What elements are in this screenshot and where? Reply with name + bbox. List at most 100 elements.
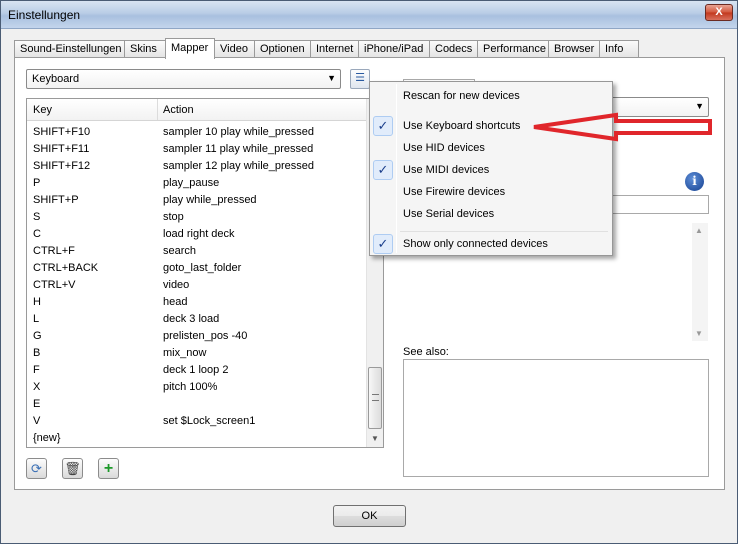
- row-action: play while_pressed: [163, 194, 257, 206]
- row-key: P: [33, 177, 41, 189]
- column-header-key[interactable]: Key: [33, 104, 52, 116]
- row-key: {new}: [33, 432, 61, 444]
- scroll-up-icon[interactable]: ▲: [695, 226, 703, 235]
- row-key: CTRL+F: [33, 245, 75, 257]
- table-row[interactable]: Vset $Lock_screen1: [27, 413, 367, 430]
- tab-browser[interactable]: Browser: [548, 40, 600, 58]
- menu-item-label: Use MIDI devices: [403, 164, 490, 176]
- refresh-button[interactable]: ⟳: [26, 458, 47, 479]
- row-action: set $Lock_screen1: [163, 415, 256, 427]
- row-key: H: [33, 296, 41, 308]
- menu-item-label: Use Firewire devices: [403, 186, 506, 198]
- tab-skins[interactable]: Skins: [124, 40, 169, 58]
- table-row[interactable]: Hhead: [27, 294, 367, 311]
- row-key: B: [33, 347, 41, 359]
- options-menu-button[interactable]: ☰: [350, 69, 370, 89]
- table-row[interactable]: SHIFT+F12 sampler 12 play while_pressed: [27, 158, 367, 175]
- table-row[interactable]: CTRL+V video: [27, 277, 367, 294]
- row-action: pitch 100%: [163, 381, 218, 393]
- tab-iphone-ipad[interactable]: iPhone/iPad: [358, 40, 430, 58]
- row-action: head: [163, 296, 188, 308]
- table-row[interactable]: Pplay_pause: [27, 175, 367, 192]
- row-key: CTRL+V: [33, 279, 76, 291]
- add-icon: +: [103, 460, 114, 477]
- row-action: stop: [163, 211, 184, 223]
- help-scrollbar[interactable]: ▲ ▼: [692, 223, 708, 341]
- delete-button[interactable]: 🗑: [62, 458, 83, 479]
- row-key: L: [33, 313, 40, 325]
- table-row[interactable]: Xpitch 100%: [27, 379, 367, 396]
- table-row[interactable]: CTRL+BACK goto_last_folder: [27, 260, 367, 277]
- scroll-thumb[interactable]: [368, 367, 382, 429]
- tab-codecs[interactable]: Codecs: [429, 40, 478, 58]
- list-header: Key Action: [27, 99, 367, 121]
- menu-item-show-connected[interactable]: ✓ Show only connected devices: [370, 233, 612, 255]
- row-action: video: [163, 279, 190, 291]
- see-also-box[interactable]: [403, 359, 709, 477]
- row-action: sampler 10 play while_pressed: [163, 126, 315, 138]
- column-header-action[interactable]: Action: [163, 104, 194, 116]
- device-select[interactable]: Keyboard ▼: [26, 69, 341, 89]
- table-row[interactable]: SHIFT+F11 sampler 11 play while_pressed: [27, 141, 367, 158]
- info-icon[interactable]: i: [685, 172, 704, 191]
- row-key: CTRL+BACK: [33, 262, 99, 274]
- table-row[interactable]: CTRL+F search: [27, 243, 367, 260]
- row-action: goto_last_folder: [163, 262, 242, 274]
- table-row[interactable]: Gprelisten_pos -40: [27, 328, 367, 345]
- row-action: deck 1 loop 2: [163, 364, 229, 376]
- column-divider[interactable]: [157, 99, 158, 120]
- table-row[interactable]: Sstop: [27, 209, 367, 226]
- table-row[interactable]: SHIFT+P play while_pressed: [27, 192, 367, 209]
- row-key: F: [33, 364, 40, 376]
- menu-item-label: Use HID devices: [403, 142, 485, 154]
- row-key: SHIFT+F12: [33, 160, 91, 172]
- table-row[interactable]: Cload right deck: [27, 226, 367, 243]
- table-row[interactable]: {new}: [27, 430, 367, 447]
- tab-internet[interactable]: Internet: [310, 40, 359, 58]
- close-button[interactable]: X: [705, 4, 733, 21]
- menu-item-label: Rescan for new devices: [403, 90, 520, 102]
- list-icon: ☰: [355, 72, 365, 84]
- tab-optionen[interactable]: Optionen: [254, 40, 311, 58]
- row-action: prelisten_pos -40: [163, 330, 248, 342]
- table-row[interactable]: SHIFT+F10 sampler 10 play while_pressed: [27, 124, 367, 141]
- menu-item-serial-devices[interactable]: Use Serial devices: [370, 203, 612, 225]
- grip-icon: [372, 394, 379, 401]
- menu-item-label: Use Keyboard shortcuts: [403, 120, 521, 132]
- table-row[interactable]: E: [27, 396, 367, 413]
- menu-item-midi-devices[interactable]: ✓ Use MIDI devices: [370, 159, 612, 181]
- menu-item-firewire-devices[interactable]: Use Firewire devices: [370, 181, 612, 203]
- table-row[interactable]: Bmix_now: [27, 345, 367, 362]
- row-action: load right deck: [163, 228, 235, 240]
- ok-button[interactable]: OK: [333, 505, 406, 527]
- row-key: SHIFT+F10: [33, 126, 91, 138]
- menu-item-rescan[interactable]: Rescan for new devices: [370, 85, 612, 107]
- checkmark-icon: ✓: [373, 160, 393, 180]
- device-select-value: Keyboard: [32, 73, 80, 85]
- settings-window: Einstellungen X Sound-Einstellungen Skin…: [0, 0, 738, 544]
- row-action: search: [163, 245, 197, 257]
- tab-performance[interactable]: Performance: [477, 40, 549, 58]
- row-key: X: [33, 381, 41, 393]
- annotation-arrow-icon: [533, 112, 712, 142]
- tab-mapper[interactable]: Mapper: [165, 38, 215, 59]
- row-key: SHIFT+F11: [33, 143, 90, 155]
- scroll-down-icon[interactable]: ▼: [695, 329, 703, 338]
- scroll-down-icon[interactable]: ▼: [367, 431, 383, 447]
- mapping-list[interactable]: Key Action SHIFT+F10 sampler 10 play whil…: [26, 98, 384, 448]
- checkmark-icon: ✓: [373, 234, 393, 254]
- trash-icon: 🗑: [64, 461, 81, 476]
- title-bar[interactable]: Einstellungen X: [1, 1, 737, 29]
- tab-info[interactable]: Info: [599, 40, 639, 58]
- add-button[interactable]: +: [98, 458, 119, 479]
- menu-separator: [400, 231, 608, 232]
- tab-video[interactable]: Video: [214, 40, 255, 58]
- table-row[interactable]: Fdeck 1 loop 2: [27, 362, 367, 379]
- row-action: sampler 11 play while_pressed: [163, 143, 314, 155]
- row-action: deck 3 load: [163, 313, 220, 325]
- table-row[interactable]: Ldeck 3 load: [27, 311, 367, 328]
- menu-item-label: Use Serial devices: [403, 208, 495, 220]
- row-key: E: [33, 398, 41, 410]
- tab-sound-einstellungen[interactable]: Sound-Einstellungen: [14, 40, 125, 58]
- menu-item-label: Show only connected devices: [403, 238, 548, 250]
